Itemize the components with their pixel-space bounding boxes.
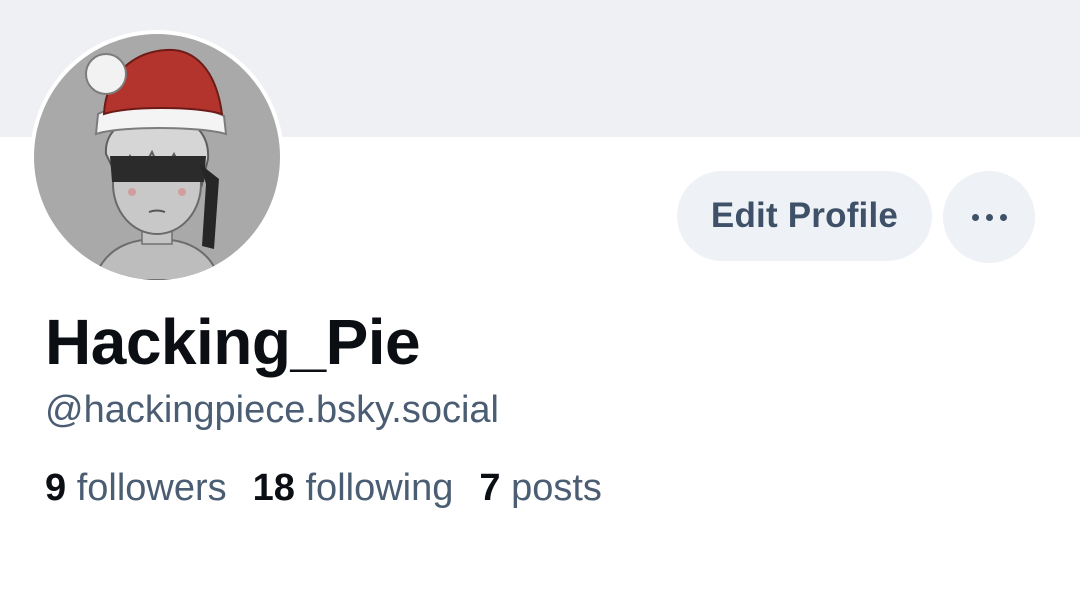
following-stat[interactable]: 18 following — [253, 467, 454, 510]
posts-stat: 7 posts — [479, 467, 602, 510]
more-options-button[interactable] — [943, 171, 1035, 263]
followers-label: followers — [76, 467, 227, 509]
avatar-image — [34, 34, 280, 280]
avatar[interactable] — [30, 30, 284, 284]
followers-count: 9 — [45, 467, 67, 509]
handle: @hackingpiece.bsky.social — [45, 389, 499, 431]
profile-page: Edit Profile Hacking_Pie @hackingpiece.b… — [0, 0, 1080, 602]
edit-profile-button[interactable]: Edit Profile — [677, 171, 932, 261]
posts-label: posts — [511, 467, 602, 509]
display-name: Hacking_Pie — [45, 306, 421, 378]
following-label: following — [305, 467, 454, 509]
profile-stats: 9 followers 18 following 7 posts — [45, 467, 602, 510]
followers-stat[interactable]: 9 followers — [45, 467, 227, 510]
following-count: 18 — [252, 467, 295, 509]
posts-count: 7 — [479, 467, 501, 509]
more-horizontal-icon — [971, 213, 1007, 221]
